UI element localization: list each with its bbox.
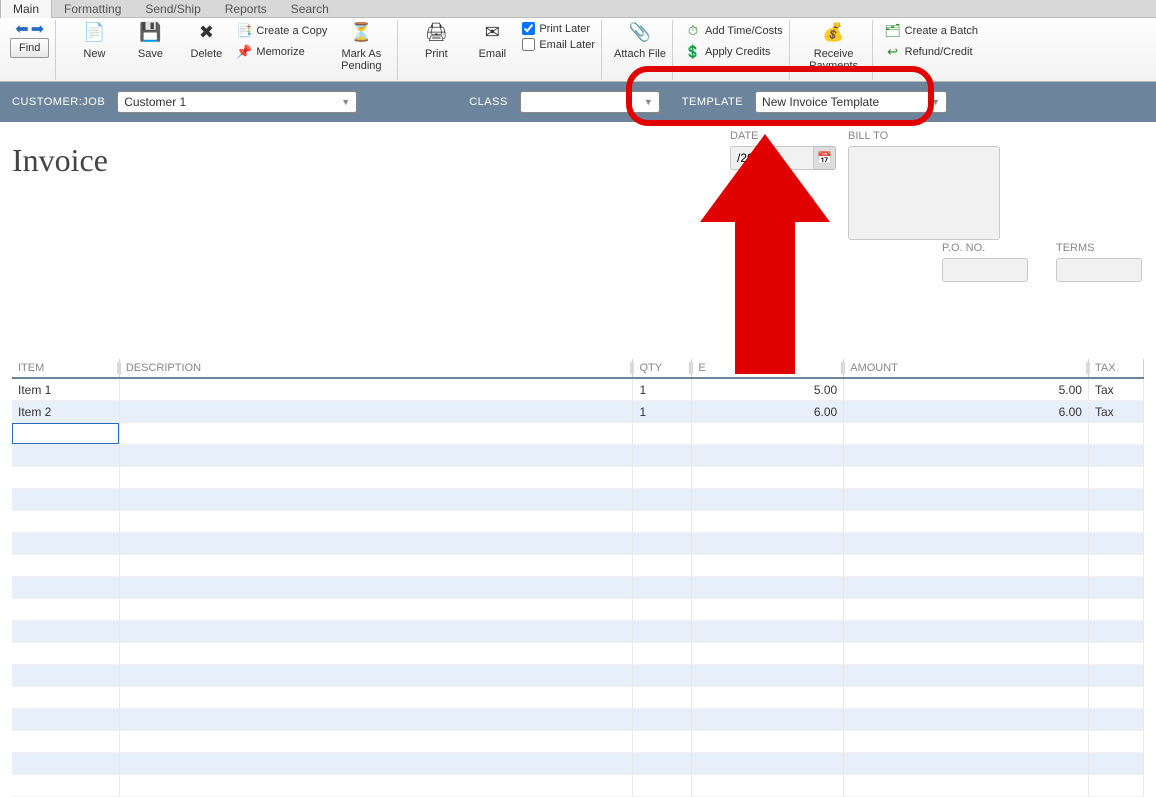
pending-icon: ⏳	[350, 22, 372, 44]
tab-main[interactable]: Main	[0, 0, 52, 18]
add-time-costs-button[interactable]: ⏱ Add Time/Costs	[685, 22, 783, 40]
table-row[interactable]	[12, 709, 1144, 731]
nav-next-icon[interactable]: ➡	[31, 19, 44, 39]
save-button[interactable]: 💾 Save	[124, 20, 176, 60]
col-amount[interactable]: AMOUNT	[844, 359, 1089, 377]
tab-search[interactable]: Search	[279, 0, 341, 18]
table-row[interactable]	[12, 555, 1144, 577]
email-later-check[interactable]: Email Later	[522, 38, 595, 51]
apply-credits-button[interactable]: 💲 Apply Credits	[685, 43, 783, 61]
class-dropdown[interactable]: ▼	[520, 91, 660, 113]
col-description[interactable]: DESCRIPTION	[120, 359, 634, 377]
mark-pending-button[interactable]: ⏳ Mark As Pending	[331, 20, 391, 72]
customer-label: CUSTOMER:JOB	[12, 96, 105, 108]
table-header: ITEM DESCRIPTION QTY E AMOUNT TAX	[12, 359, 1144, 379]
table-row[interactable]	[12, 511, 1144, 533]
table-row[interactable]	[12, 445, 1144, 467]
new-icon: 📄	[83, 22, 105, 44]
col-item[interactable]: ITEM	[12, 359, 120, 377]
memorize-icon: 📌	[236, 44, 252, 60]
invoice-body: Invoice DATE 📅 E # BILL TO P.O. NO. TERM…	[0, 122, 1156, 797]
table-row[interactable]	[12, 599, 1144, 621]
customer-dropdown[interactable]: Customer 1 ▼	[117, 91, 357, 113]
col-tax[interactable]: TAX	[1089, 359, 1144, 377]
col-qty[interactable]: QTY	[633, 359, 692, 377]
batch-icon: 🗂	[885, 23, 901, 39]
table-row[interactable]	[12, 467, 1144, 489]
new-button[interactable]: 📄 New	[68, 20, 120, 60]
billto-box[interactable]	[848, 146, 1000, 240]
tab-formatting[interactable]: Formatting	[52, 0, 133, 18]
selector-bar: CUSTOMER:JOB Customer 1 ▼ CLASS ▼ TEMPLA…	[0, 82, 1156, 122]
table-row[interactable]: Item 2 1 6.00 6.00 Tax	[12, 401, 1144, 423]
credits-icon: 💲	[685, 44, 701, 60]
billto-label: BILL TO	[848, 130, 1000, 142]
tab-reports[interactable]: Reports	[213, 0, 279, 18]
pono-label: P.O. NO.	[942, 242, 1028, 254]
chevron-down-icon: ▼	[341, 97, 350, 107]
terms-input[interactable]	[1056, 258, 1142, 282]
copy-icon: 📑	[236, 23, 252, 39]
table-row[interactable]	[12, 753, 1144, 775]
create-batch-button[interactable]: 🗂 Create a Batch	[885, 22, 978, 40]
receive-icon: 💰	[823, 22, 845, 44]
table-row[interactable]	[12, 577, 1144, 599]
receive-payments-button[interactable]: 💰 Receive Payments	[802, 20, 866, 72]
terms-label: TERMS	[1056, 242, 1142, 254]
delete-icon: ✖	[195, 22, 217, 44]
time-icon: ⏱	[685, 23, 701, 39]
annotation-arrow	[700, 134, 830, 374]
save-icon: 💾	[139, 22, 161, 44]
email-button[interactable]: ✉ Email	[466, 20, 518, 60]
table-row[interactable]	[12, 731, 1144, 753]
nav-prev-icon[interactable]: ⬅	[15, 19, 28, 39]
table-row[interactable]	[12, 643, 1144, 665]
table-row[interactable]	[12, 665, 1144, 687]
table-row[interactable]: Item 1 1 5.00 5.00 Tax	[12, 379, 1144, 401]
attach-file-button[interactable]: 📎 Attach File	[614, 20, 666, 60]
create-copy-button[interactable]: 📑 Create a Copy	[236, 22, 327, 40]
table-row[interactable]	[12, 489, 1144, 511]
refund-icon: ↩	[885, 44, 901, 60]
print-button[interactable]: 🖨 Print	[410, 20, 462, 60]
chevron-down-icon: ▼	[644, 97, 653, 107]
refund-credit-button[interactable]: ↩ Refund/Credit	[885, 43, 978, 61]
class-label: CLASS	[469, 96, 508, 108]
memorize-button[interactable]: 📌 Memorize	[236, 43, 327, 61]
delete-button[interactable]: ✖ Delete	[180, 20, 232, 60]
find-button[interactable]: Find	[10, 38, 49, 58]
print-later-check[interactable]: Print Later	[522, 22, 595, 35]
line-item-table: ITEM DESCRIPTION QTY E AMOUNT TAX Item 1…	[12, 359, 1144, 797]
menu-bar: Main Formatting Send/Ship Reports Search	[0, 0, 1156, 18]
print-icon: 🖨	[425, 22, 447, 44]
ribbon: ⬅ ➡ Find 📄 New 💾 Save ✖ Delete 📑 Create …	[0, 18, 1156, 82]
table-row[interactable]	[12, 621, 1144, 643]
template-label: TEMPLATE	[682, 96, 743, 108]
email-icon: ✉	[481, 22, 503, 44]
table-row[interactable]	[12, 775, 1144, 797]
attach-icon: 📎	[629, 22, 651, 44]
table-row[interactable]	[12, 687, 1144, 709]
template-dropdown[interactable]: New Invoice Template ▼	[755, 91, 947, 113]
chevron-down-icon: ▼	[931, 97, 940, 107]
table-row[interactable]	[12, 533, 1144, 555]
table-row[interactable]	[12, 423, 1144, 445]
tab-sendship[interactable]: Send/Ship	[133, 0, 212, 18]
pono-input[interactable]	[942, 258, 1028, 282]
